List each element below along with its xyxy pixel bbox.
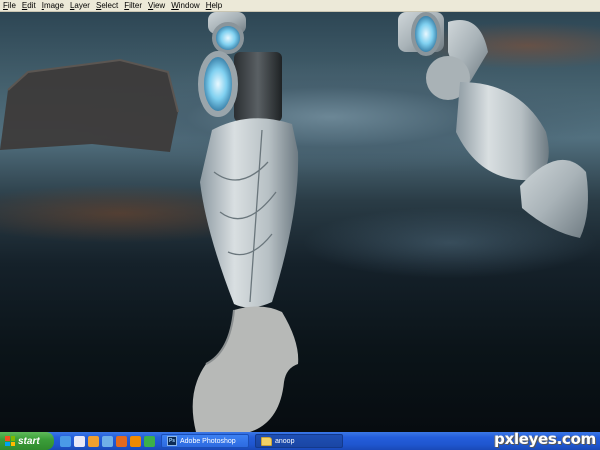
menu-image[interactable]: Image [39, 0, 67, 11]
quick-launch [60, 435, 155, 447]
menu-edit[interactable]: Edit [19, 0, 39, 11]
menu-bar: File Edit Image Layer Select Filter View… [0, 0, 600, 12]
menu-help[interactable]: Help [203, 0, 225, 11]
task-label: anoop [275, 437, 295, 445]
folder-icon [261, 436, 272, 446]
messenger-icon[interactable] [144, 435, 155, 447]
internet-explorer-icon[interactable] [60, 435, 71, 447]
start-label: start [18, 435, 40, 447]
menu-view[interactable]: View [145, 0, 168, 11]
start-button[interactable]: start [0, 432, 54, 450]
windows-media-player-icon[interactable] [88, 435, 99, 447]
show-desktop-icon[interactable] [102, 435, 113, 447]
menu-filter[interactable]: Filter [121, 0, 145, 11]
outlook-express-icon[interactable] [74, 435, 85, 447]
taskbar-button-folder[interactable]: anoop [255, 434, 343, 448]
menu-layer[interactable]: Layer [67, 0, 93, 11]
photoshop-icon: Ps [167, 436, 177, 446]
task-label: Adobe Photoshop [180, 437, 236, 445]
robot-artwork [0, 12, 588, 432]
firefox-icon[interactable] [116, 435, 127, 447]
menu-select[interactable]: Select [93, 0, 121, 11]
menu-file[interactable]: File [0, 0, 19, 11]
menu-window[interactable]: Window [168, 0, 202, 11]
windows-logo-icon [5, 436, 15, 446]
document-canvas[interactable] [0, 12, 600, 432]
taskbar-button-photoshop[interactable]: Ps Adobe Photoshop [161, 434, 249, 448]
vlc-icon[interactable] [130, 435, 141, 447]
watermark: pxleyes.com [494, 430, 596, 448]
